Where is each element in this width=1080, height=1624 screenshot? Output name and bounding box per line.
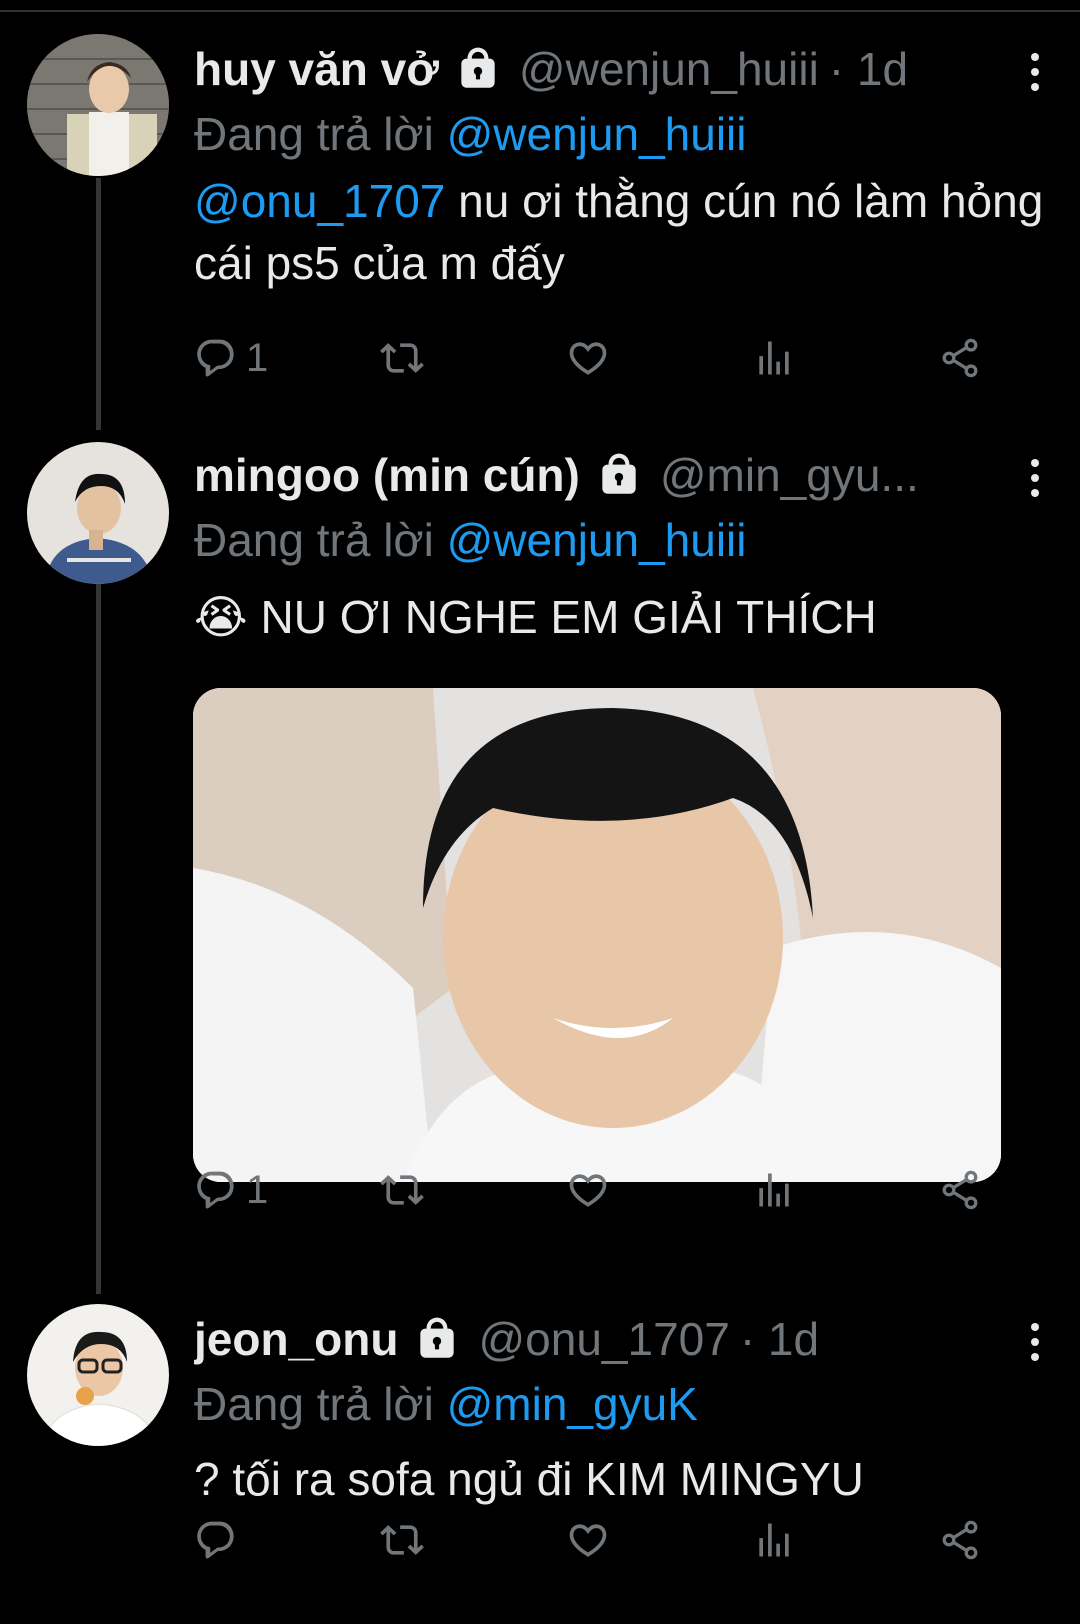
share-button[interactable]: [938, 1162, 982, 1218]
like-button[interactable]: [566, 1162, 610, 1218]
share-icon: [942, 1170, 978, 1210]
display-name[interactable]: mingoo (min cún): [194, 448, 580, 502]
avatar[interactable]: [27, 442, 169, 584]
thread-line: [96, 584, 101, 1294]
retweet-icon: [380, 343, 424, 373]
replying-to-mention[interactable]: @wenjun_huiii: [447, 108, 747, 160]
retweet-button[interactable]: [380, 1162, 424, 1218]
display-name[interactable]: huy văn vở: [194, 42, 439, 96]
handle[interactable]: @wenjun_huiii: [519, 42, 819, 96]
tweet-text: 😭 NU ƠI NGHE EM GIẢI THÍCH: [194, 586, 1050, 648]
lock-icon: [420, 1317, 455, 1358]
replying-to: Đang trả lời @wenjun_huiii: [194, 102, 1050, 166]
heart-icon: [569, 1524, 607, 1557]
reply-icon: [197, 339, 234, 377]
views-icon: [759, 1523, 789, 1557]
views-icon: [759, 1173, 789, 1207]
heart-icon: [569, 342, 607, 375]
handle[interactable]: @onu_1707: [478, 1312, 729, 1366]
handle[interactable]: @min_gyu...: [660, 448, 919, 502]
more-options-icon[interactable]: [1020, 52, 1050, 92]
lock-icon: [461, 47, 495, 88]
views-button[interactable]: [752, 1512, 796, 1568]
retweet-button[interactable]: [380, 330, 424, 386]
action-bar: [194, 1512, 1014, 1568]
replying-to: Đang trả lời @min_gyuK: [194, 1372, 1050, 1436]
tweet-media-image[interactable]: [193, 688, 1001, 1182]
display-name[interactable]: jeon_onu: [194, 1312, 398, 1366]
timestamp[interactable]: · 1d: [829, 42, 908, 96]
replying-to-label: Đang trả lời: [194, 108, 434, 160]
text-mention[interactable]: @onu_1707: [194, 175, 445, 227]
reply-count: 1: [246, 1167, 269, 1212]
replying-to-label: Đang trả lời: [194, 514, 434, 566]
tweet-text: @onu_1707 nu ơi thằng cún nó làm hỏng cá…: [194, 170, 1050, 294]
replying-to-mention[interactable]: @min_gyuK: [447, 1378, 698, 1430]
share-icon: [942, 338, 978, 378]
top-divider: [0, 10, 1080, 12]
tweet-text: ? tối ra sofa ngủ đi KIM MINGYU: [194, 1453, 864, 1505]
share-icon: [942, 1520, 978, 1560]
share-button[interactable]: [938, 330, 982, 386]
heart-icon: [569, 1174, 607, 1207]
views-button[interactable]: [752, 1162, 796, 1218]
action-bar: 1: [194, 330, 1014, 386]
avatar[interactable]: [27, 1304, 169, 1446]
thread-line: [96, 178, 101, 430]
tweet-2[interactable]: mingoo (min cún) @min_gyu... Đang trả lờ…: [0, 438, 1080, 1294]
replying-to: Đang trả lời @wenjun_huiii: [194, 508, 1050, 572]
like-button[interactable]: [566, 1512, 610, 1568]
replying-to-label: Đang trả lời: [194, 1378, 434, 1430]
reply-button[interactable]: [194, 1512, 246, 1568]
lock-icon: [602, 453, 636, 494]
reply-count: 1: [246, 335, 269, 380]
reply-button[interactable]: 1: [194, 1162, 268, 1218]
avatar[interactable]: [27, 34, 169, 176]
timestamp[interactable]: · 1d: [740, 1312, 819, 1366]
tweet-1[interactable]: huy văn vở @wenjun_huiii · 1d Đang trả l…: [0, 30, 1080, 430]
more-options-icon[interactable]: [1020, 458, 1050, 498]
retweet-button[interactable]: [380, 1512, 424, 1568]
views-icon: [759, 341, 789, 375]
retweet-icon: [380, 1175, 424, 1205]
crying-emoji: 😭: [194, 591, 248, 643]
tweet-header: jeon_onu @onu_1707 · 1d: [194, 1306, 1050, 1372]
reply-button[interactable]: 1: [194, 330, 268, 386]
replying-to-mention[interactable]: @wenjun_huiii: [447, 514, 747, 566]
views-button[interactable]: [752, 330, 796, 386]
action-bar: 1: [194, 1162, 1014, 1218]
share-button[interactable]: [938, 1512, 982, 1568]
retweet-icon: [380, 1525, 424, 1555]
reply-icon: [197, 1171, 234, 1209]
like-button[interactable]: [566, 330, 610, 386]
tweet-header: mingoo (min cún) @min_gyu...: [194, 442, 1050, 508]
more-options-icon[interactable]: [1020, 1322, 1050, 1362]
tweet-header: huy văn vở @wenjun_huiii · 1d: [194, 36, 1050, 102]
tweet-text-body: NU ƠI NGHE EM GIẢI THÍCH: [247, 591, 877, 643]
reply-icon: [197, 1521, 234, 1559]
tweet-3[interactable]: jeon_onu @onu_1707 · 1d Đang trả lời @mi…: [0, 1300, 1080, 1620]
